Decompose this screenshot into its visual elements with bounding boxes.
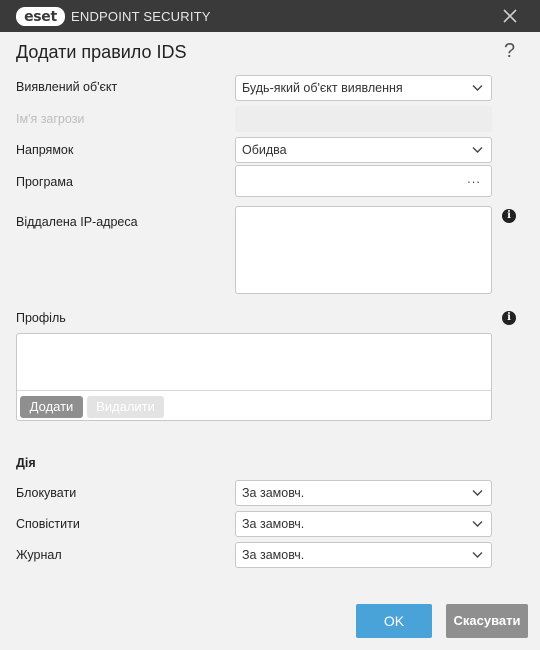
- chevron-down-icon: [472, 147, 483, 153]
- block-value: За замовч.: [242, 486, 305, 500]
- remote-ip-textarea[interactable]: [235, 206, 492, 294]
- remote-ip-label: Віддалена IP-адреса: [16, 215, 138, 229]
- log-value: За замовч.: [242, 548, 305, 562]
- block-select[interactable]: За замовч.: [235, 480, 492, 506]
- notify-label: Сповістити: [16, 517, 80, 531]
- profile-list[interactable]: Додати Видалити: [16, 333, 492, 421]
- info-icon[interactable]: i: [502, 209, 516, 223]
- page-title: Додати правило IDS: [16, 42, 187, 62]
- direction-label: Напрямок: [16, 143, 74, 157]
- threat-name-label: Ім'я загрози: [16, 112, 85, 126]
- cancel-button[interactable]: Скасувати: [446, 604, 528, 638]
- chevron-down-icon: [472, 490, 483, 496]
- info-icon[interactable]: i: [502, 311, 516, 325]
- application-input[interactable]: ...: [235, 165, 492, 197]
- action-heading: Дія: [16, 456, 36, 470]
- help-icon[interactable]: ?: [504, 40, 515, 63]
- application-label: Програма: [16, 175, 73, 189]
- block-label: Блокувати: [16, 486, 77, 500]
- detected-object-value: Будь-який об'єкт виявлення: [242, 81, 403, 95]
- chevron-down-icon: [472, 552, 483, 558]
- add-profile-button[interactable]: Додати: [20, 396, 83, 418]
- profile-label: Профіль: [16, 311, 66, 325]
- direction-value: Обидва: [242, 143, 287, 157]
- logo-text: eset: [24, 8, 57, 25]
- remove-profile-button: Видалити: [87, 396, 164, 418]
- detected-object-label: Виявлений об'єкт: [16, 80, 118, 94]
- log-label: Журнал: [16, 548, 62, 562]
- log-select[interactable]: За замовч.: [235, 542, 492, 568]
- close-icon[interactable]: [500, 6, 520, 26]
- browse-button[interactable]: ...: [467, 171, 481, 186]
- notify-select[interactable]: За замовч.: [235, 511, 492, 537]
- eset-logo: eset: [16, 7, 65, 26]
- chevron-down-icon: [472, 85, 483, 91]
- threat-name-input: [235, 106, 492, 132]
- product-name: ENDPOINT SECURITY: [71, 9, 211, 24]
- chevron-down-icon: [472, 521, 483, 527]
- divider: [17, 390, 491, 391]
- ok-button[interactable]: OK: [356, 604, 432, 638]
- detected-object-select[interactable]: Будь-який об'єкт виявлення: [235, 75, 492, 101]
- direction-select[interactable]: Обидва: [235, 137, 492, 163]
- title-bar: eset ENDPOINT SECURITY: [0, 0, 540, 32]
- notify-value: За замовч.: [242, 517, 305, 531]
